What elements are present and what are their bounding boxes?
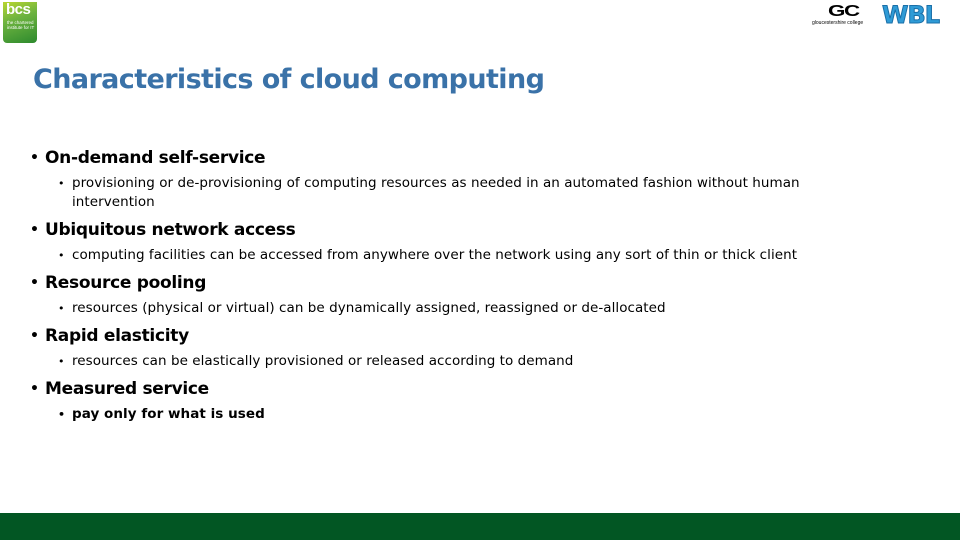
bullet-item: • Resource pooling • resources (physical o… xyxy=(30,271,890,318)
bullet-detail: resources can be elastically provisioned… xyxy=(72,353,574,369)
bullet-detail: provisioning or de-provisioning of compu… xyxy=(72,175,800,210)
bullet-icon: • xyxy=(30,222,39,238)
bullet-heading: On-demand self-service xyxy=(45,148,266,168)
bcs-logo-mark: bcs xyxy=(6,2,31,18)
bcs-logo: bcs the chartered institute for IT xyxy=(3,2,37,43)
footer-bar xyxy=(0,513,960,540)
gc-logo-mark: GC xyxy=(828,3,860,20)
sub-bullet-icon: • xyxy=(58,355,65,368)
bullet-list: • On-demand self-service • provisioning or… xyxy=(30,146,890,424)
bullet-heading: Rapid elasticity xyxy=(45,326,189,346)
gloucestershire-college-logo: GC gloucestershire college xyxy=(812,3,874,27)
bullet-icon: • xyxy=(30,150,39,166)
bullet-heading: Resource pooling xyxy=(45,273,207,293)
bullet-detail: computing facilities can be accessed fro… xyxy=(72,247,798,263)
sub-bullet-icon: • xyxy=(58,408,66,421)
wbl-logo: WBL xyxy=(881,1,940,29)
bullet-icon: • xyxy=(30,275,39,291)
gc-logo-tagline: gloucestershire college xyxy=(812,20,864,26)
bullet-icon: • xyxy=(30,328,39,344)
bullet-heading: Ubiquitous network access xyxy=(45,220,296,240)
bullet-item: • On-demand self-service • provisioning or… xyxy=(30,146,890,212)
sub-bullet-icon: • xyxy=(58,302,65,315)
bullet-detail: resources (physical or virtual) can be d… xyxy=(72,300,666,316)
bcs-logo-tagline: the chartered institute for IT xyxy=(7,20,35,30)
bullet-item: • Ubiquitous network access • computing fa… xyxy=(30,218,890,265)
sub-bullet-icon: • xyxy=(58,177,65,190)
sub-bullet-icon: • xyxy=(58,249,65,262)
bullet-item: • Measured service • pay only for what is … xyxy=(30,377,890,424)
bullet-item: • Rapid elasticity • resources can be elas… xyxy=(30,324,890,371)
slide-title: Characteristics of cloud computing xyxy=(33,64,545,95)
bullet-detail: pay only for what is used xyxy=(72,406,265,422)
bullet-heading: Measured service xyxy=(45,379,209,399)
bullet-icon: • xyxy=(30,381,39,397)
